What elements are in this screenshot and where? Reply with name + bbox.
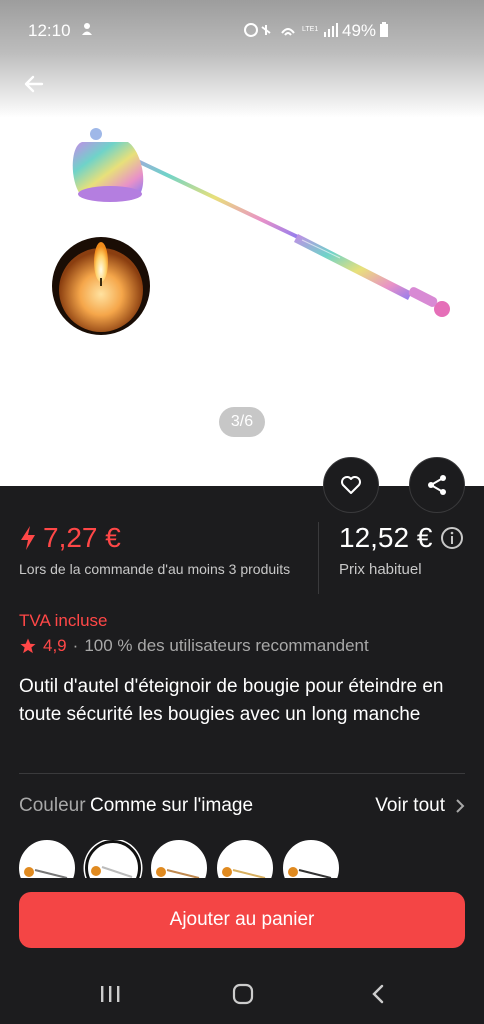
color-swatch[interactable] [19, 840, 75, 878]
chevron-right-icon [456, 799, 465, 813]
product-gallery[interactable]: 3/6 [0, 0, 484, 486]
color-swatch-selected[interactable] [85, 840, 141, 878]
price-divider [318, 522, 319, 594]
info-icon[interactable] [440, 526, 464, 550]
back-icon[interactable] [367, 982, 391, 1006]
color-swatch[interactable] [217, 840, 273, 878]
see-all-button[interactable]: Voir tout [375, 795, 465, 817]
color-swatch[interactable] [283, 840, 339, 878]
section-divider [19, 773, 465, 774]
status-time: 12:10 [28, 21, 71, 40]
lightning-icon [21, 526, 35, 550]
recent-apps-icon[interactable] [98, 982, 122, 1006]
add-to-cart-button[interactable]: Ajouter au panier [19, 892, 465, 948]
color-value: Comme sur l'image [90, 795, 254, 816]
rating-value: 4,9 [43, 636, 67, 655]
color-label: Couleur [19, 795, 86, 816]
regular-price: 12,52 € [339, 522, 433, 553]
status-icons: LTE1 [244, 23, 338, 37]
network-label: LTE1 [302, 26, 318, 33]
color-swatch[interactable] [151, 840, 207, 878]
sale-price: 7,27 € [43, 522, 121, 553]
notification-icon [82, 23, 92, 35]
heart-icon [341, 476, 361, 494]
back-arrow-icon[interactable] [20, 70, 48, 98]
product-title: Outil d'autel d'éteignoir de bougie pour… [19, 676, 444, 725]
status-bar: 12:10 LTE1 49% [0, 0, 484, 60]
product-image[interactable] [40, 120, 460, 350]
favorite-button[interactable] [323, 457, 379, 513]
system-nav-bar [0, 960, 484, 1024]
share-button[interactable] [409, 457, 465, 513]
gallery-pager: 3/6 [219, 407, 265, 437]
vat-label: TVA incluse [19, 611, 108, 630]
color-selector-row[interactable]: Couleur Comme sur l'image Voir tout [19, 795, 465, 821]
regular-price-block: 12,52 € Prix habituel [339, 522, 464, 578]
rating-separator: · [72, 636, 79, 655]
sale-price-block: 7,27 € Lors de la commande d'au moins 3 … [19, 522, 299, 578]
rating-row[interactable]: 4,9 · 100 % des utilisateurs recommanden… [19, 636, 369, 656]
star-icon [20, 638, 36, 654]
battery-icon [380, 22, 388, 37]
color-swatches [19, 840, 465, 878]
regular-price-label: Prix habituel [339, 561, 422, 578]
sale-condition: Lors de la commande d'au moins 3 produit… [19, 561, 291, 577]
recommend-text: 100 % des utilisateurs recommandent [84, 636, 369, 655]
battery-percent: 49% [342, 21, 377, 40]
home-icon[interactable] [231, 982, 255, 1006]
share-icon [428, 475, 446, 495]
see-all-label: Voir tout [375, 795, 445, 816]
